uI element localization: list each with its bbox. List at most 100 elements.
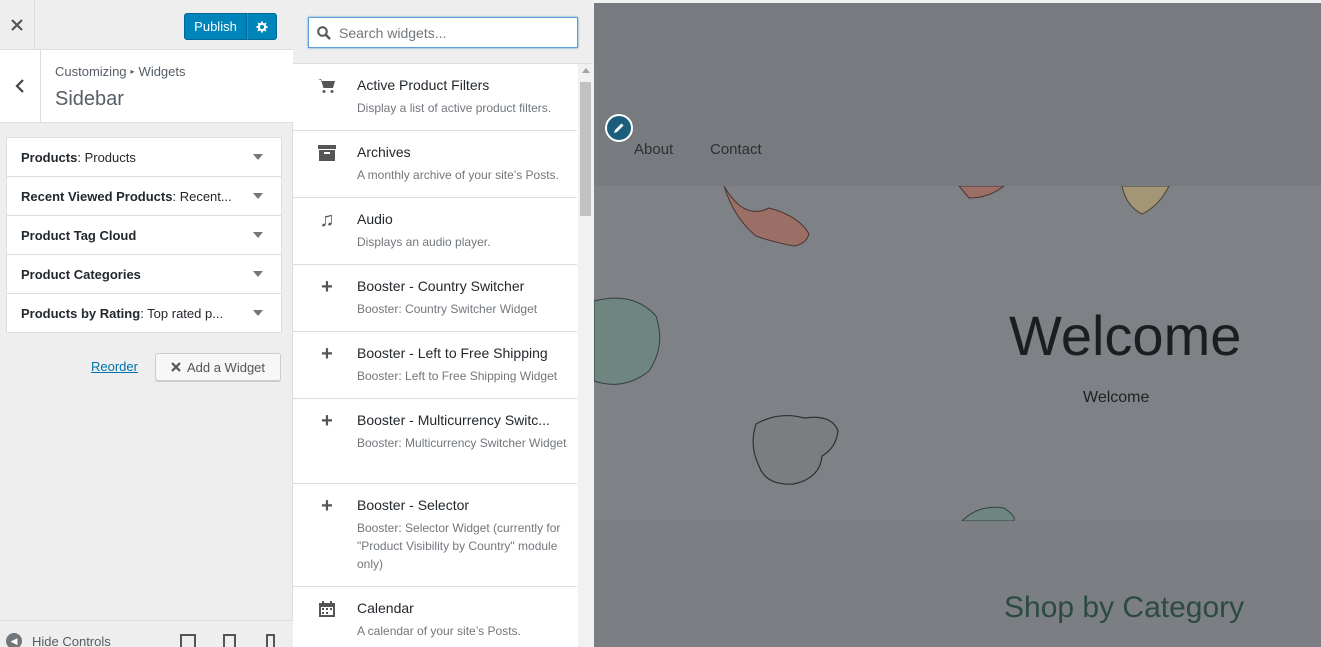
- sidebar-widget-list: Products: Products Recent Viewed Product…: [6, 137, 282, 333]
- reorder-link[interactable]: Reorder: [91, 359, 138, 374]
- site-preview: About Contact Welcome Welcome Shop by Ca…: [594, 3, 1321, 647]
- preview-shop-section: Shop by Category: [594, 521, 1321, 647]
- widget-title: Calendar: [357, 600, 414, 616]
- customizer-topbar: Publish: [0, 0, 293, 50]
- plus-icon: +: [321, 275, 333, 298]
- expand-arrow-icon[interactable]: [253, 193, 263, 199]
- available-widget-item[interactable]: + Booster - Multicurrency Switc... Boost…: [293, 399, 577, 484]
- available-widget-item[interactable]: ♫ Audio Displays an audio player.: [293, 198, 577, 265]
- expand-arrow-icon[interactable]: [253, 232, 263, 238]
- preview-hero: Welcome Welcome: [594, 186, 1321, 521]
- customizer-footer: ◀ Hide Controls: [0, 620, 293, 647]
- gear-icon: [256, 20, 268, 33]
- widget-name: Products: [21, 150, 78, 165]
- widget-name: Products by Rating: [21, 306, 141, 321]
- widget-title: Booster - Selector: [357, 497, 470, 513]
- available-widget-item[interactable]: Archives A monthly archive of your site’…: [293, 131, 577, 198]
- plus-icon: +: [321, 494, 333, 517]
- publish-settings-button[interactable]: [247, 13, 277, 40]
- breadcrumb: Customizing ▸ Widgets: [55, 64, 186, 79]
- expand-arrow-icon[interactable]: [253, 154, 263, 160]
- available-widget-item[interactable]: + Booster - Left to Free Shipping Booste…: [293, 332, 577, 399]
- widget-description: Booster: Selector Widget (currently for …: [357, 521, 561, 571]
- widget-title: Booster - Left to Free Shipping: [357, 345, 548, 361]
- nav-link-contact[interactable]: Contact: [710, 141, 762, 158]
- collapse-icon: ◀: [6, 633, 22, 647]
- widget-description: Booster: Multicurrency Switcher Widget: [357, 436, 567, 450]
- add-widget-label: Add a Widget: [186, 359, 266, 375]
- sidebar-widget-item[interactable]: Products by Rating: Top rated p...: [6, 293, 282, 333]
- customizer-panel: Publish Customizing ▸ Widgets Sidebar Prod…: [0, 0, 293, 647]
- pencil-icon: [614, 123, 624, 133]
- search-icon: [317, 26, 331, 40]
- widget-description: Booster: Country Switcher Widget: [357, 302, 538, 316]
- widget-title: Product Categories: [21, 267, 141, 282]
- breadcrumb-child: Widgets: [138, 64, 186, 79]
- widget-title: Active Product Filters: [357, 77, 490, 93]
- shop-by-category-title: Shop by Category: [1004, 591, 1245, 624]
- widget-instance-title: : Recent...: [172, 189, 232, 204]
- widget-title: Product Tag Cloud: [21, 228, 136, 243]
- desktop-preview-icon[interactable]: [180, 634, 196, 647]
- widget-description: Display a list of active product filters…: [357, 101, 552, 115]
- section-header: Customizing ▸ Widgets Sidebar: [0, 50, 293, 123]
- available-widget-item[interactable]: Active Product Filters Display a list of…: [293, 64, 577, 131]
- available-widgets-panel: Active Product Filters Display a list of…: [293, 0, 593, 647]
- available-widget-item[interactable]: Calendar A calendar of your site’s Posts…: [293, 587, 577, 647]
- widget-description: A monthly archive of your site’s Posts.: [357, 168, 559, 182]
- plus-icon: +: [321, 342, 333, 365]
- section-title: Sidebar: [55, 88, 124, 110]
- widget-description: A calendar of your site’s Posts.: [357, 624, 521, 638]
- widget-instance-title: : Products: [77, 150, 136, 165]
- edit-shortcut-button[interactable]: [605, 114, 633, 142]
- archive-icon: [317, 143, 337, 163]
- expand-arrow-icon[interactable]: [253, 271, 263, 277]
- nav-link-about[interactable]: About: [634, 141, 673, 158]
- breadcrumb-separator-icon: ▸: [130, 67, 135, 76]
- widget-title: Archives: [357, 144, 411, 160]
- mobile-preview-icon[interactable]: [266, 634, 275, 647]
- widget-title: Booster - Multicurrency Switc...: [357, 412, 550, 428]
- hero-subtitle: Welcome: [1083, 389, 1150, 406]
- widgets-scrollbar[interactable]: [578, 64, 593, 647]
- scroll-up-arrow-icon[interactable]: [582, 68, 590, 73]
- widget-title: Products by Rating: Top rated p...: [21, 306, 223, 321]
- widget-instance-title: : Top rated p...: [140, 306, 224, 321]
- back-button[interactable]: [0, 50, 41, 122]
- sidebar-widget-item[interactable]: Product Tag Cloud: [6, 215, 282, 255]
- available-widgets-list: Active Product Filters Display a list of…: [293, 64, 577, 647]
- chevron-left-icon: [15, 79, 24, 93]
- widget-name: Product Categories: [21, 267, 141, 282]
- hide-controls-button[interactable]: ◀ Hide Controls: [6, 633, 111, 647]
- widget-search-area: [293, 0, 593, 64]
- widget-title: Audio: [357, 211, 393, 227]
- hide-controls-label: Hide Controls: [32, 633, 111, 647]
- calendar-icon: [317, 599, 337, 619]
- available-widget-item[interactable]: + Booster - Selector Booster: Selector W…: [293, 484, 577, 587]
- tablet-preview-icon[interactable]: [223, 634, 236, 647]
- widget-description: Booster: Left to Free Shipping Widget: [357, 369, 558, 383]
- add-widget-button[interactable]: Add a Widget: [155, 353, 281, 381]
- search-widgets-input[interactable]: [308, 17, 578, 48]
- scrollbar-thumb[interactable]: [580, 82, 591, 216]
- widget-title: Recent Viewed Products: Recent...: [21, 189, 232, 204]
- available-widget-item[interactable]: + Booster - Country Switcher Booster: Co…: [293, 265, 577, 332]
- hero-title: Welcome: [1009, 304, 1242, 367]
- sidebar-widget-item[interactable]: Product Categories: [6, 254, 282, 294]
- music-icon: ♫: [319, 208, 335, 231]
- close-customizer-button[interactable]: [0, 0, 35, 50]
- preview-header: About Contact: [594, 3, 1321, 186]
- close-icon: [11, 19, 23, 31]
- widget-name: Product Tag Cloud: [21, 228, 137, 243]
- widget-name: Recent Viewed Products: [21, 189, 173, 204]
- breadcrumb-root: Customizing: [55, 64, 127, 79]
- expand-arrow-icon[interactable]: [253, 310, 263, 316]
- cart-icon: [317, 76, 337, 96]
- plus-icon: +: [321, 409, 333, 432]
- publish-button[interactable]: Publish: [184, 13, 247, 40]
- sidebar-widget-item[interactable]: Recent Viewed Products: Recent...: [6, 176, 282, 216]
- widget-title: Booster - Country Switcher: [357, 278, 525, 294]
- widget-description: Displays an audio player.: [357, 235, 491, 249]
- sidebar-widget-item[interactable]: Products: Products: [6, 137, 282, 177]
- widget-title: Products: Products: [21, 150, 136, 165]
